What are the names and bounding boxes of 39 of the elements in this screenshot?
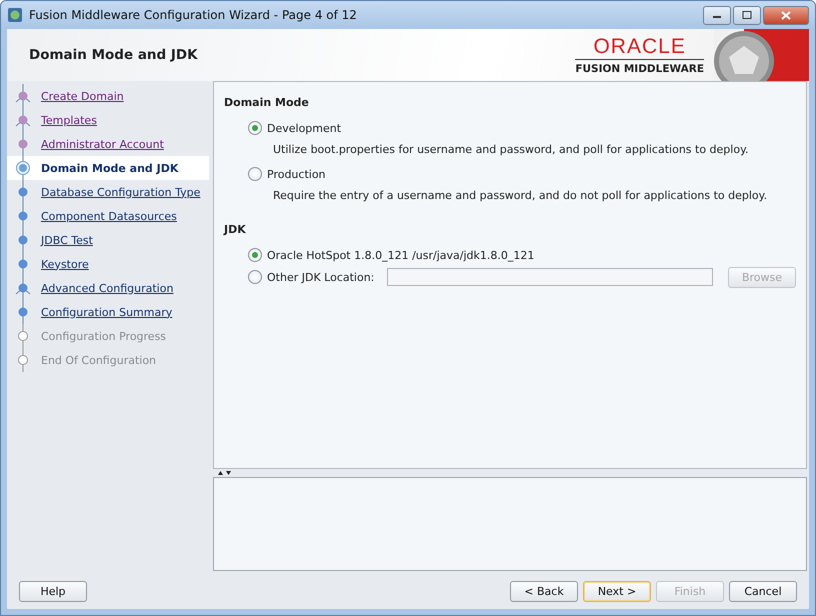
radio-label[interactable]: Other JDK Location: xyxy=(267,270,374,284)
wizard-button[interactable]: Next > xyxy=(583,580,651,602)
app-icon xyxy=(7,7,23,23)
close-icon xyxy=(781,10,791,20)
wizard-step[interactable]: Configuration Summary xyxy=(41,306,172,318)
wizard-step[interactable]: Create Domain xyxy=(41,90,124,102)
radio-button[interactable] xyxy=(248,248,262,262)
minimize-button[interactable] xyxy=(703,6,731,24)
option-description: Utilize boot.properties for username and password, and poll for applications to deploy. xyxy=(273,142,749,156)
wizard-step[interactable]: Keystore xyxy=(41,258,89,270)
wizard-button[interactable]: Cancel xyxy=(729,580,797,602)
wizard-button[interactable]: Help xyxy=(19,580,87,602)
radio-button[interactable] xyxy=(248,270,262,284)
wizard-step: End Of Configuration xyxy=(41,354,156,366)
wizard-step[interactable]: Advanced Configuration xyxy=(41,282,174,294)
wizard-step[interactable]: Component Datasources xyxy=(41,210,177,222)
brand-logo-text: ORACLE xyxy=(593,35,686,59)
wizard-step[interactable]: Templates xyxy=(41,114,97,126)
radio-label[interactable]: Oracle HotSpot 1.8.0_121 /usr/java/jdk1.8.0_121 xyxy=(267,248,534,262)
wizard-step: Configuration Progress xyxy=(41,330,166,342)
page-title: Domain Mode and JDK xyxy=(28,47,199,63)
radio-label[interactable]: Production xyxy=(267,168,326,180)
wizard-step[interactable]: JDBC Test xyxy=(41,234,93,246)
radio-button[interactable] xyxy=(248,121,262,135)
radio-label[interactable]: Development xyxy=(267,122,342,134)
close-button[interactable] xyxy=(763,6,809,24)
maximize-button[interactable] xyxy=(733,6,761,24)
product-name: FUSION MIDDLEWARE xyxy=(575,59,704,75)
section-heading: Domain Mode xyxy=(224,96,310,109)
section-heading: JDK xyxy=(224,223,247,236)
window-title: Fusion Middleware Configuration Wizard - Page 4 of 12 xyxy=(29,8,358,22)
wizard-step[interactable]: Administrator Account xyxy=(41,138,164,150)
maximize-icon xyxy=(742,11,752,19)
jdk-location-field[interactable] xyxy=(387,268,713,286)
wizard-step[interactable]: Database Configuration Type xyxy=(41,186,200,198)
wizard-button[interactable]: < Back xyxy=(510,580,578,602)
option-description: Require the entry of a username and password, and do not poll for applications to deploy. xyxy=(273,188,768,202)
splitter-arrows-icon[interactable] xyxy=(217,470,233,476)
radio-button[interactable] xyxy=(248,167,262,181)
